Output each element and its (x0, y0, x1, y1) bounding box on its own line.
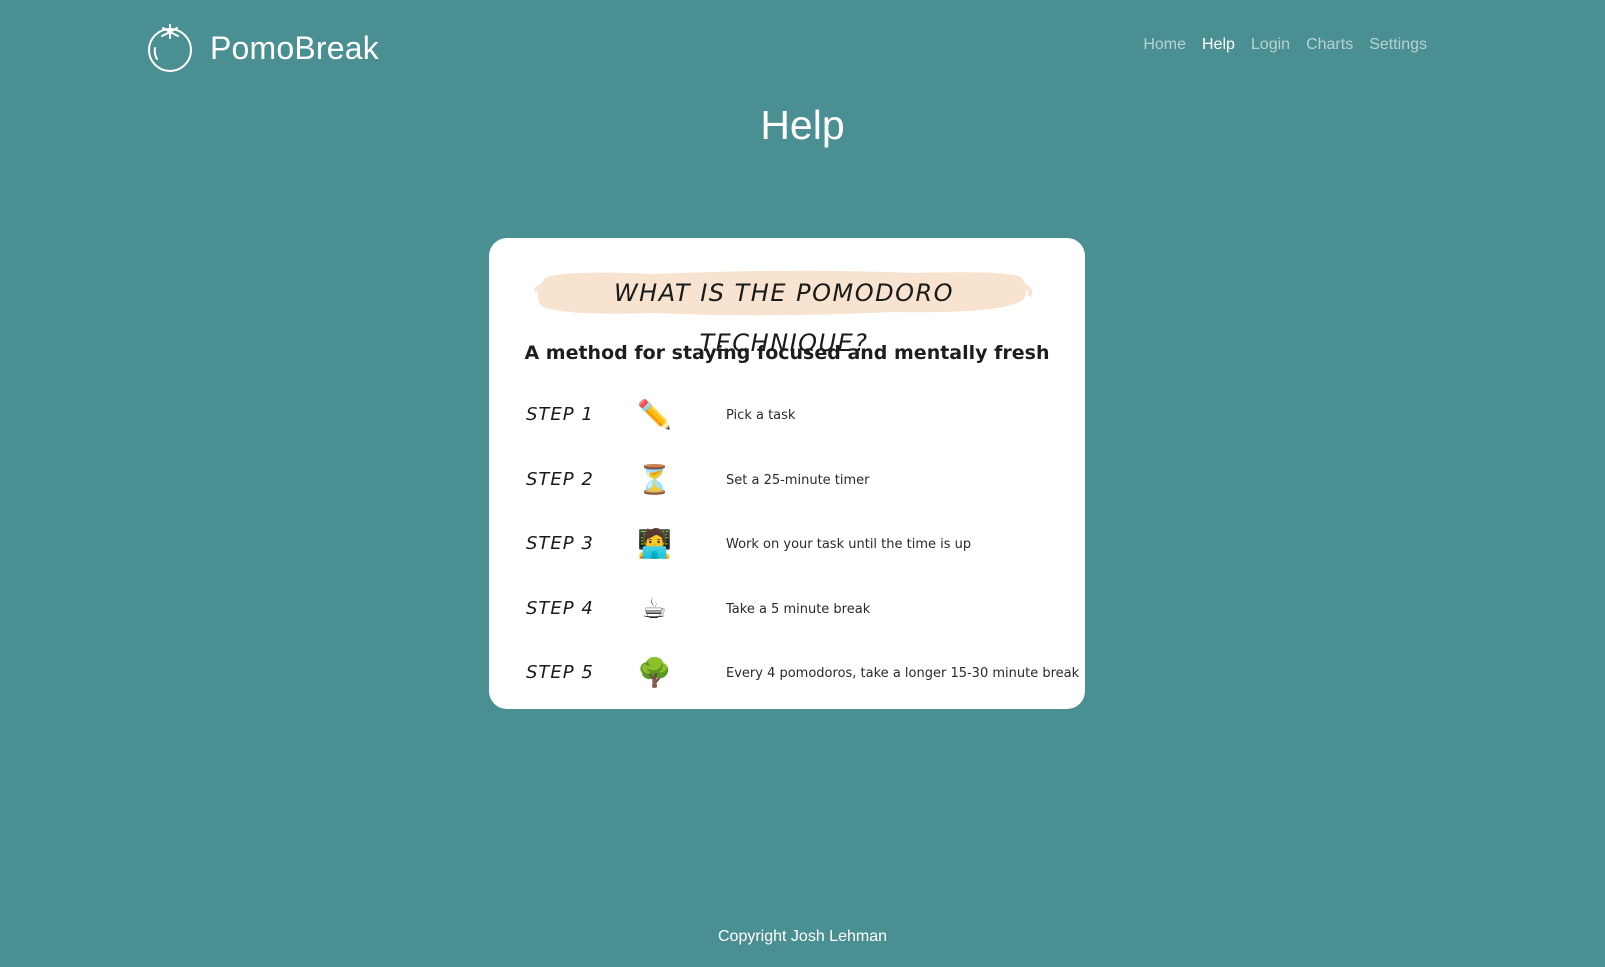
step-row: STEP 5 🌳 Every 4 pomodoros, take a longe… (489, 644, 1085, 708)
step-description: Set a 25-minute timer (726, 473, 870, 488)
person-laptop-icon: 🧑‍💻 (637, 528, 672, 559)
step-description: Pick a task (726, 408, 796, 423)
infographic-title: WHAT IS THE POMODORO TECHNIQUE? (613, 279, 955, 357)
step-description: Work on your task until the time is up (726, 537, 972, 552)
infographic-subtitle: A method for staying focused and mentall… (524, 342, 1050, 364)
page-title: Help (760, 102, 845, 148)
brand[interactable]: PomoBreak (144, 20, 379, 76)
brand-name: PomoBreak (210, 29, 379, 66)
step-label: STEP 3 (526, 533, 594, 554)
nav-home-link[interactable]: Home (1143, 36, 1186, 54)
step-row: STEP 1 ✏️ Pick a task (489, 386, 1085, 450)
step-label: STEP 2 (526, 469, 594, 490)
step-row: STEP 3 🧑‍💻 Work on your task until the t… (489, 515, 1085, 579)
tomato-icon (148, 24, 192, 72)
step-row: STEP 2 ⏳ Set a 25-minute timer (489, 451, 1085, 515)
step-row: STEP 4 ☕ Take a 5 minute break (489, 580, 1085, 644)
coffee-icon: ☕ (641, 593, 667, 624)
nav-help-link[interactable]: Help (1202, 36, 1235, 54)
nav-settings-link[interactable]: Settings (1369, 36, 1427, 54)
infographic-banner: WHAT IS THE POMODORO TECHNIQUE? (533, 268, 1035, 357)
hourglass-icon: ⏳ (637, 464, 672, 495)
nav-login-link[interactable]: Login (1251, 36, 1290, 54)
nav-charts-link[interactable]: Charts (1306, 36, 1353, 54)
step-label: STEP 1 (526, 404, 594, 425)
step-label: STEP 5 (526, 662, 594, 683)
main-nav: Home Help Login Charts Settings (1143, 36, 1427, 54)
top-navbar: PomoBreak Home Help Login Charts Setting… (0, 0, 1605, 96)
tree-icon: 🌳 (637, 657, 672, 688)
pomodoro-infographic: WHAT IS THE POMODORO TECHNIQUE? A method… (489, 238, 1085, 709)
pencil-icon: ✏️ (637, 399, 672, 430)
step-description: Take a 5 minute break (726, 602, 871, 617)
step-description: Every 4 pomodoros, take a longer 15-30 m… (726, 666, 1080, 681)
footer-copyright: Copyright Josh Lehman (718, 928, 887, 945)
step-label: STEP 4 (526, 598, 594, 619)
